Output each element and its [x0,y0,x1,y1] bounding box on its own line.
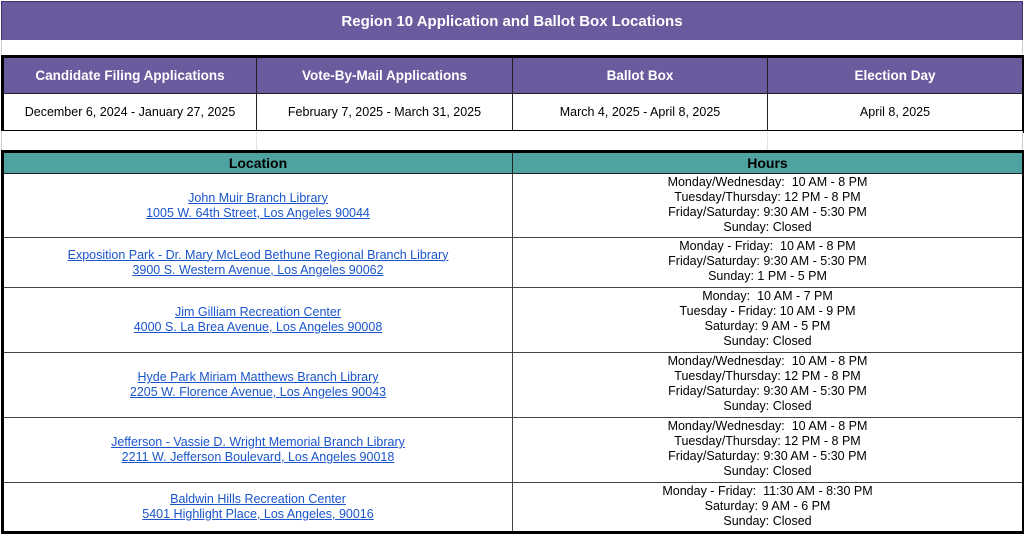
hours-line: Sunday: 1 PM - 5 PM [708,269,827,283]
location-row: John Muir Branch Library 1005 W. 64th Str… [2,173,1024,238]
location-address-link[interactable]: 1005 W. 64th Street, Los Angeles 90044 [4,206,512,221]
location-address-link[interactable]: 5401 Highlight Place, Los Angeles, 90016 [4,507,512,522]
hours-line: Saturday: 9 AM - 6 PM [704,499,831,513]
location-address-link[interactable]: 2211 W. Jefferson Boulevard, Los Angeles… [4,450,512,465]
hours-line: Friday/Saturday: 9:30 AM - 5:30 PM [668,205,867,219]
hours-cell: Monday - Friday: 11:30 AM - 8:30 PM Satur… [512,482,1024,533]
hours-line: Monday: 10 AM - 7 PM [702,289,833,303]
hours-line: Sunday: Closed [723,464,812,478]
gridline [767,131,768,150]
header-election-day: Election Day [767,56,1024,94]
location-name-link[interactable]: Jim Gilliam Recreation Center [4,305,512,320]
dates-value-row: December 6, 2024 - January 27, 2025 Febr… [2,93,1024,132]
page-title: Region 10 Application and Ballot Box Loc… [1,1,1023,41]
hours-line: Sunday: Closed [723,220,812,234]
vote-by-mail-dates: February 7, 2025 - March 31, 2025 [256,93,513,132]
hours-line: Tuesday/Thursday: 12 PM - 8 PM [674,369,861,383]
location-row: Baldwin Hills Recreation Center 5401 High… [2,482,1024,533]
location-address-link[interactable]: 4000 S. La Brea Avenue, Los Angeles 9000… [4,320,512,335]
hours-cell: Monday/Wednesday: 10 AM - 8 PM Tuesday/Th… [512,417,1024,483]
hours-line: Monday - Friday: 11:30 AM - 8:30 PM [662,484,873,498]
location-name-link[interactable]: Jefferson - Vassie D. Wright Memorial Br… [4,435,512,450]
hours-cell: Monday/Wednesday: 10 AM - 8 PM Tuesday/Th… [512,352,1024,418]
hours-line: Monday/Wednesday: 10 AM - 8 PM [667,354,868,368]
ballot-box-dates: March 4, 2025 - April 8, 2025 [512,93,768,132]
location-address-link[interactable]: 2205 W. Florence Avenue, Los Angeles 900… [4,385,512,400]
location-cell: Baldwin Hills Recreation Center 5401 High… [2,482,513,533]
hours-line: Monday/Wednesday: 10 AM - 8 PM [667,175,868,189]
location-name-link[interactable]: Baldwin Hills Recreation Center [4,492,512,507]
location-cell: Hyde Park Miriam Matthews Branch Library… [2,352,513,418]
location-row: Jefferson - Vassie D. Wright Memorial Br… [2,417,1024,483]
hours-cell: Monday: 10 AM - 7 PM Tuesday - Friday: 10… [512,287,1024,353]
hours-line: Monday - Friday: 10 AM - 8 PM [679,239,856,253]
election-day-date: April 8, 2025 [767,93,1024,132]
location-address-link[interactable]: 3900 S. Western Avenue, Los Angeles 9006… [4,263,512,278]
location-name-link[interactable]: John Muir Branch Library [4,191,512,206]
gridline [256,131,257,150]
hours-line: Tuesday/Thursday: 12 PM - 8 PM [674,190,861,204]
location-row: Exposition Park - Dr. Mary McLeod Bethun… [2,237,1024,288]
hours-line: Sunday: Closed [723,334,812,348]
location-row: Hyde Park Miriam Matthews Branch Library… [2,352,1024,418]
candidate-filing-dates: December 6, 2024 - January 27, 2025 [2,93,257,132]
hours-cell: Monday/Wednesday: 10 AM - 8 PM Tuesday/Th… [512,173,1024,238]
hours-line: Sunday: Closed [723,514,812,528]
locations-table: Location Hours John Muir Branch Library 1… [1,150,1024,534]
header-hours: Hours [512,151,1024,174]
hours-line: Friday/Saturday: 9:30 AM - 5:30 PM [668,449,867,463]
hours-line: Friday/Saturday: 9:30 AM - 5:30 PM [668,384,867,398]
spacer-row [1,40,1023,54]
hours-line: Saturday: 9 AM - 5 PM [704,319,831,333]
header-location: Location [2,151,513,174]
header-ballot-box: Ballot Box [512,56,768,94]
hours-line: Tuesday - Friday: 10 AM - 9 PM [679,304,856,318]
location-cell: Exposition Park - Dr. Mary McLeod Bethun… [2,237,513,288]
hours-cell: Monday - Friday: 10 AM - 8 PM Friday/Satu… [512,237,1024,288]
header-candidate-filing: Candidate Filing Applications [2,56,257,94]
location-row: Jim Gilliam Recreation Center 4000 S. La … [2,287,1024,353]
hours-line: Friday/Saturday: 9:30 AM - 5:30 PM [668,254,867,268]
location-name-link[interactable]: Exposition Park - Dr. Mary McLeod Bethun… [4,248,512,263]
application-dates-table: Candidate Filing Applications Vote-By-Ma… [1,55,1024,133]
location-name-link[interactable]: Hyde Park Miriam Matthews Branch Library [4,370,512,385]
hours-line: Sunday: Closed [723,399,812,413]
dates-header-row: Candidate Filing Applications Vote-By-Ma… [2,56,1024,94]
location-cell: Jim Gilliam Recreation Center 4000 S. La … [2,287,513,353]
header-vote-by-mail: Vote-By-Mail Applications [256,56,513,94]
spacer-row [1,131,1023,150]
hours-line: Tuesday/Thursday: 12 PM - 8 PM [674,434,861,448]
locations-header-row: Location Hours [2,151,1024,174]
location-cell: Jefferson - Vassie D. Wright Memorial Br… [2,417,513,483]
hours-line: Monday/Wednesday: 10 AM - 8 PM [667,419,868,433]
location-cell: John Muir Branch Library 1005 W. 64th Str… [2,173,513,238]
